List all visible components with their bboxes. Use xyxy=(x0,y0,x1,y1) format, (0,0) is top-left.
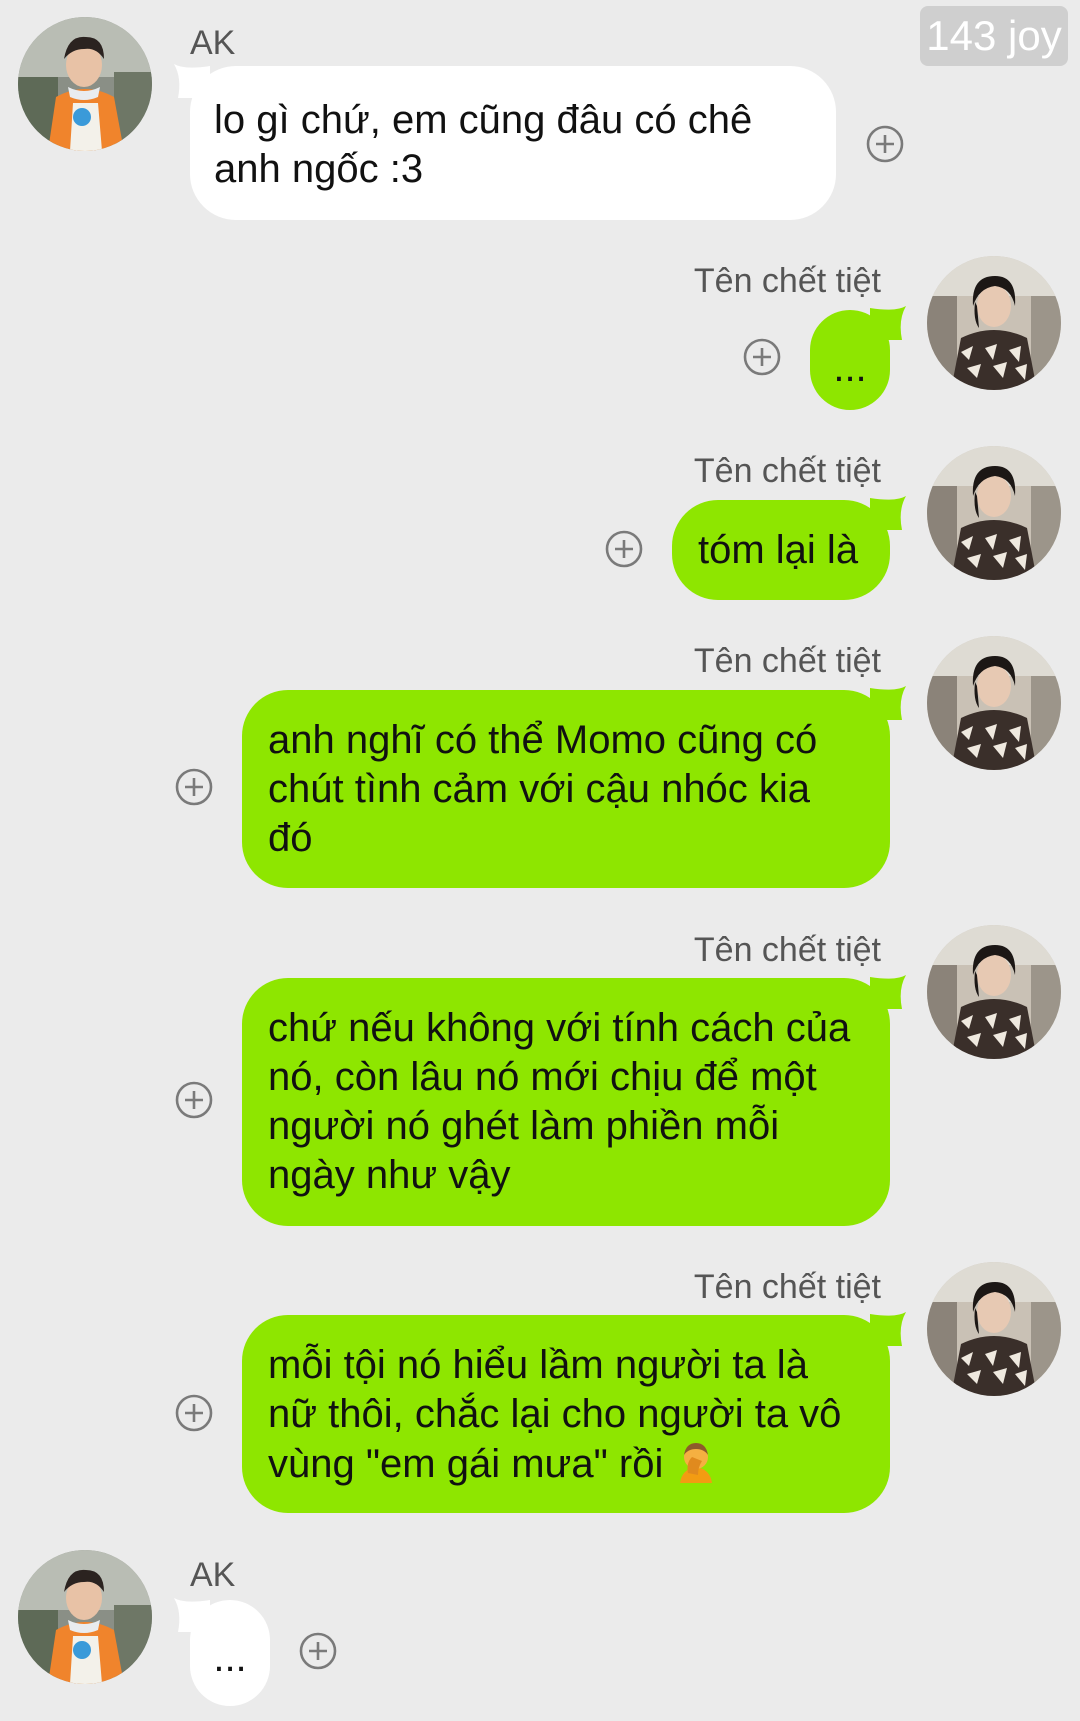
add-reaction-icon[interactable] xyxy=(174,767,214,807)
person-facepalming-emoji xyxy=(680,1443,713,1483)
message-text: mỗi tội nó hiểu lầm người ta là nữ thôi,… xyxy=(268,1343,842,1486)
message-bubble[interactable]: chứ nếu không với tính cách của nó, còn … xyxy=(242,978,890,1226)
sender-name: AK xyxy=(190,24,236,62)
add-reaction-icon[interactable] xyxy=(174,1080,214,1120)
add-reaction-icon[interactable] xyxy=(865,124,905,164)
message-text: chứ nếu không với tính cách của nó, còn … xyxy=(268,1006,851,1197)
sender-name: Tên chết tiệt xyxy=(693,452,881,490)
avatar-self[interactable] xyxy=(927,636,1061,770)
message-bubble[interactable]: ... xyxy=(190,1600,270,1706)
add-reaction-icon[interactable] xyxy=(298,1631,338,1671)
message-text: anh nghĩ có thể Momo cũng có chút tình c… xyxy=(268,718,818,860)
message-bubble[interactable]: ... xyxy=(810,310,890,410)
message-text: ... xyxy=(213,1636,247,1680)
avatar-ak[interactable] xyxy=(18,1550,152,1684)
message-text: lo gì chứ, em cũng đâu có chê anh ngốc :… xyxy=(214,98,753,191)
sender-name: AK xyxy=(190,1556,236,1594)
message-bubble[interactable]: tóm lại là xyxy=(672,500,890,600)
avatar-ak[interactable] xyxy=(18,17,152,151)
sender-name: Tên chết tiệt xyxy=(693,1268,881,1306)
avatar-self[interactable] xyxy=(927,1262,1061,1396)
add-reaction-icon[interactable] xyxy=(604,529,644,569)
add-reaction-icon[interactable] xyxy=(742,337,782,377)
message-bubble[interactable]: anh nghĩ có thể Momo cũng có chút tình c… xyxy=(242,690,890,888)
message-text: tóm lại là xyxy=(698,528,859,572)
sender-name: Tên chết tiệt xyxy=(693,931,881,969)
message-bubble[interactable]: lo gì chứ, em cũng đâu có chê anh ngốc :… xyxy=(190,66,836,220)
watermark: 143 joy xyxy=(920,6,1068,66)
avatar-self[interactable] xyxy=(927,925,1061,1059)
avatar-self[interactable] xyxy=(927,446,1061,580)
sender-name: Tên chết tiệt xyxy=(693,642,881,680)
sender-name: Tên chết tiệt xyxy=(693,262,881,300)
message-text: ... xyxy=(833,346,867,390)
message-bubble[interactable]: mỗi tội nó hiểu lầm người ta là nữ thôi,… xyxy=(242,1315,890,1513)
add-reaction-icon[interactable] xyxy=(174,1393,214,1433)
avatar-self[interactable] xyxy=(927,256,1061,390)
